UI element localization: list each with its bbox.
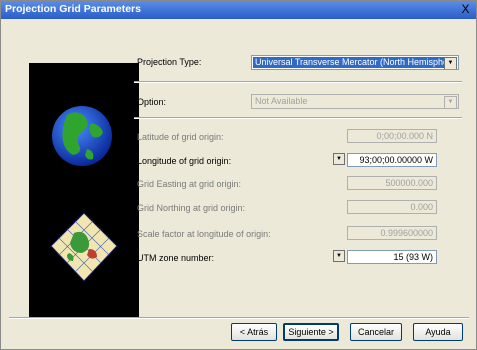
divider (134, 81, 462, 83)
cancel-button[interactable]: Cancelar (350, 323, 402, 341)
dropdown-arrow-icon[interactable]: ▼ (444, 57, 457, 69)
longitude-label: Longitude of grid origin: (137, 156, 232, 166)
easting-field[interactable]: 500000.000 (347, 176, 437, 190)
dropdown-arrow-icon[interactable]: ▼ (333, 250, 345, 262)
wizard-image-panel (29, 63, 139, 319)
option-select[interactable]: Not Available ▼ (251, 94, 459, 109)
grid-diamond-icon (50, 212, 118, 282)
projection-type-select[interactable]: Universal Transverse Mercator (North Hem… (251, 55, 459, 70)
divider (134, 117, 462, 119)
utm-zone-label: UTM zone number: (137, 253, 215, 263)
scale-factor-label: Scale factor at longitude of origin: (137, 229, 271, 239)
scale-factor-field[interactable]: 0.999600000 (347, 226, 437, 240)
option-label: Option: (137, 97, 167, 107)
projection-grid-dialog: Projection Grid Parameters X Projection … (0, 0, 477, 350)
northing-label: Grid Northing at grid origin: (137, 203, 246, 213)
northing-field[interactable]: 0.000 (347, 200, 437, 214)
projection-type-value: Universal Transverse Mercator (North Hem… (253, 57, 459, 68)
title-bar: Projection Grid Parameters X (1, 1, 476, 19)
window-title: Projection Grid Parameters (5, 3, 141, 15)
latitude-field[interactable]: 0;00;00.000 N (347, 129, 437, 143)
dropdown-arrow-icon[interactable]: ▼ (444, 96, 457, 108)
dialog-body: Projection Type: Universal Transverse Me… (9, 23, 469, 323)
next-button[interactable]: Siguiente > (283, 323, 339, 341)
latitude-label: Latitude of grid origin: (137, 132, 224, 142)
option-value: Not Available (255, 96, 308, 106)
longitude-field[interactable]: 93;00;00.00000 W (347, 153, 437, 167)
dropdown-arrow-icon[interactable]: ▼ (333, 153, 345, 165)
close-icon[interactable]: X (459, 3, 472, 16)
utm-zone-field[interactable]: 15 (93 W) (347, 250, 437, 264)
help-button[interactable]: Ayuda (413, 323, 463, 341)
projection-type-label: Projection Type: (137, 57, 202, 67)
footer-divider (9, 317, 469, 319)
back-button[interactable]: < Atrás (231, 323, 277, 341)
easting-label: Grid Easting at grid origin: (137, 179, 242, 189)
